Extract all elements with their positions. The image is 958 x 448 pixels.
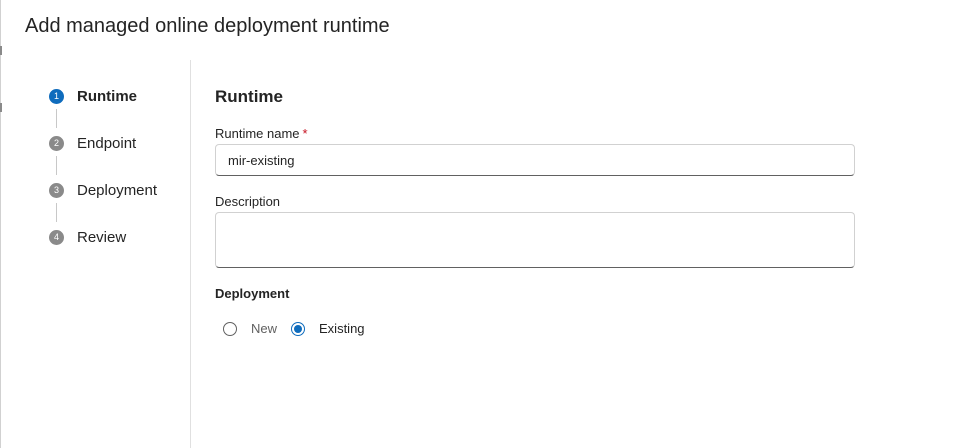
step-endpoint[interactable]: 2 Endpoint	[49, 133, 136, 153]
step-number-badge: 1	[49, 88, 64, 104]
deployment-option-existing[interactable]: Existing	[291, 321, 365, 336]
step-review[interactable]: 4 Review	[49, 227, 126, 247]
step-deployment[interactable]: 3 Deployment	[49, 180, 157, 200]
step-label: Endpoint	[77, 134, 137, 152]
step-connector	[56, 109, 57, 128]
description-label: Description	[215, 194, 281, 209]
deployment-group-label: Deployment	[215, 286, 290, 301]
deployment-radio-group: New Existing	[223, 321, 379, 336]
step-label: Runtime	[77, 87, 137, 105]
deployment-option-new[interactable]: New	[223, 321, 277, 336]
radio-label-existing: Existing	[319, 321, 365, 336]
dialog-title: Add managed online deployment runtime	[25, 15, 390, 37]
step-label: Review	[77, 228, 127, 246]
description-textarea[interactable]	[215, 212, 855, 268]
radio-label-new: New	[251, 321, 278, 336]
step-label: Deployment	[77, 181, 158, 199]
stepper-divider	[190, 60, 191, 448]
step-runtime[interactable]: 1 Runtime	[49, 86, 137, 106]
required-marker: *	[302, 126, 308, 141]
section-title: Runtime	[215, 87, 283, 106]
step-number-badge: 3	[49, 182, 64, 198]
runtime-name-label-text: Runtime name	[215, 126, 300, 141]
runtime-name-input[interactable]	[215, 144, 855, 176]
left-panel-edge	[0, 0, 1, 448]
runtime-name-label: Runtime name *	[215, 126, 308, 141]
radio-circle-icon[interactable]	[223, 321, 237, 336]
radio-selected-dot-icon	[294, 324, 303, 333]
step-connector	[56, 203, 57, 222]
left-edge-mark	[0, 46, 2, 55]
step-number-badge: 2	[49, 135, 64, 151]
step-number-badge: 4	[49, 229, 64, 245]
left-edge-mark	[0, 103, 2, 112]
radio-circle-icon[interactable]	[291, 321, 306, 336]
step-connector	[56, 156, 57, 175]
